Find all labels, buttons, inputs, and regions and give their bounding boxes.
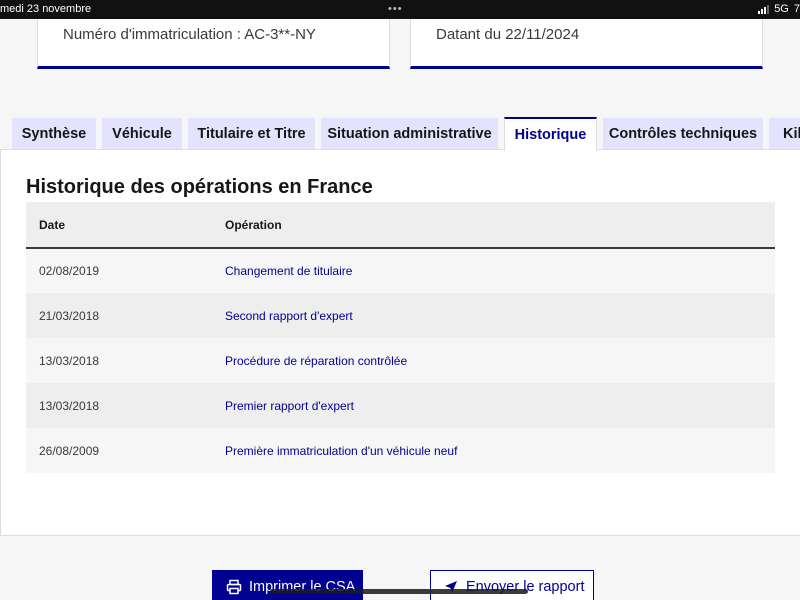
tab-situation-administrative[interactable]: Situation administrative: [321, 118, 498, 150]
table-row: 26/08/2009 Première immatriculation d'un…: [26, 428, 775, 473]
home-indicator[interactable]: [270, 589, 528, 594]
operation-name: Procédure de réparation contrôlée: [211, 338, 775, 383]
multitasking-dots-icon[interactable]: •••: [388, 0, 403, 19]
table-header-row: Date Opération: [26, 202, 775, 249]
column-header-operation: Opération: [211, 202, 775, 249]
send-report-button[interactable]: Envoyer le rapport: [430, 570, 594, 600]
cellular-signal-icon: [758, 5, 770, 14]
table-row: 13/03/2018 Procédure de réparation contr…: [26, 338, 775, 383]
registration-card: Numéro d'immatriculation : AC-3**-NY: [37, 19, 390, 69]
operation-date: 13/03/2018: [26, 383, 211, 428]
history-title: Historique des opérations en France: [26, 176, 373, 198]
operation-name: Changement de titulaire: [211, 248, 775, 293]
printer-icon: [226, 579, 242, 595]
registration-number: Numéro d'immatriculation : AC-3**-NY: [63, 26, 316, 43]
tab-synthese[interactable]: Synthèse: [12, 118, 96, 150]
operation-date: 21/03/2018: [26, 293, 211, 338]
tab-historique[interactable]: Historique: [504, 117, 597, 151]
operation-name: Second rapport d'expert: [211, 293, 775, 338]
column-header-date: Date: [26, 202, 211, 249]
operation-date: 02/08/2019: [26, 248, 211, 293]
history-panel: Historique des opérations en France Date…: [0, 149, 800, 536]
table-row: 13/03/2018 Premier rapport d'expert: [26, 383, 775, 428]
tab-bar: Synthèse Véhicule Titulaire et Titre Sit…: [0, 117, 800, 151]
operations-table: Date Opération 02/08/2019 Changement de …: [26, 202, 775, 473]
status-indicators: 5G 7: [758, 0, 800, 19]
table-row: 21/03/2018 Second rapport d'expert: [26, 293, 775, 338]
date-card: Datant du 22/11/2024: [410, 19, 763, 69]
operation-date: 13/03/2018: [26, 338, 211, 383]
operation-name: Premier rapport d'expert: [211, 383, 775, 428]
tab-kilometrage[interactable]: Kilo: [769, 118, 800, 150]
network-type: 5G: [774, 3, 789, 15]
operation-name: Première immatriculation d'un véhicule n…: [211, 428, 775, 473]
report-date: Datant du 22/11/2024: [436, 26, 580, 43]
tab-titulaire-et-titre[interactable]: Titulaire et Titre: [188, 118, 315, 150]
battery-level: 7: [793, 3, 800, 15]
tab-controles-techniques[interactable]: Contrôles techniques: [603, 118, 763, 150]
tab-vehicule[interactable]: Véhicule: [102, 118, 182, 150]
operation-date: 26/08/2009: [26, 428, 211, 473]
status-bar: medi 23 novembre ••• 5G 7: [0, 0, 800, 19]
print-csa-button[interactable]: Imprimer le CSA: [212, 570, 363, 600]
table-row: 02/08/2019 Changement de titulaire: [26, 248, 775, 293]
status-date: medi 23 novembre: [0, 3, 92, 15]
